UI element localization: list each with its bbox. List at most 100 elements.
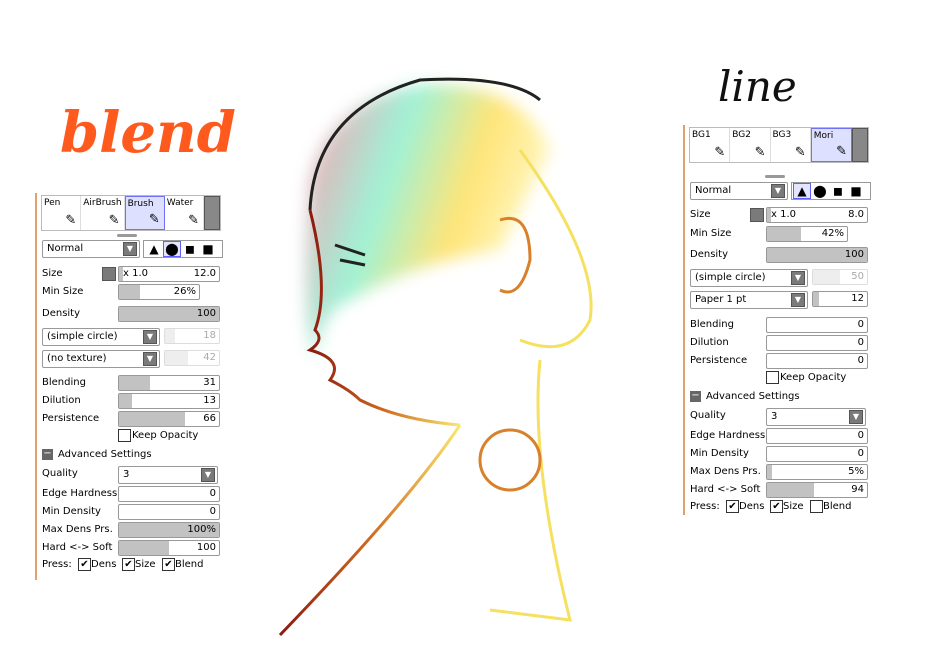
slider-value: 0 bbox=[209, 488, 216, 499]
setting-row: Hard <-> Soft 94 bbox=[688, 482, 871, 499]
min-density-label: Min Density bbox=[690, 448, 749, 459]
chevron-down-icon[interactable]: ▼ bbox=[143, 330, 157, 344]
max-dens-prs-slider[interactable]: 100% bbox=[118, 522, 220, 538]
collapse-icon[interactable]: − bbox=[690, 391, 701, 402]
chevron-down-icon[interactable]: ▼ bbox=[771, 184, 785, 198]
brush-shape-3[interactable]: ■ bbox=[200, 242, 216, 256]
tool-label: BG2 bbox=[732, 130, 751, 140]
quality-select[interactable]: 3 ▼ bbox=[118, 466, 218, 484]
tool-bg3[interactable]: BG3 ✎ bbox=[771, 128, 811, 162]
resize-handle[interactable] bbox=[117, 234, 137, 237]
keep-opacity-checkbox[interactable] bbox=[766, 371, 779, 384]
chevron-down-icon[interactable]: ▼ bbox=[849, 410, 863, 424]
min-density-slider[interactable]: 0 bbox=[766, 446, 868, 462]
texture-strength-slider[interactable]: 12 bbox=[812, 291, 868, 307]
max-dens-prs-slider[interactable]: 5% bbox=[766, 464, 868, 480]
edge-hardness-slider[interactable]: 0 bbox=[118, 486, 220, 502]
texture-strength-slider[interactable]: 42 bbox=[164, 350, 220, 366]
edge-hardness-slider[interactable]: 0 bbox=[766, 428, 868, 444]
brush-shape-0[interactable]: ▲ bbox=[146, 242, 162, 256]
water-icon: ✎ bbox=[188, 213, 199, 228]
collapse-icon[interactable]: − bbox=[42, 449, 53, 460]
slider-value: 42% bbox=[821, 228, 844, 239]
density-slider[interactable]: 100 bbox=[118, 306, 220, 322]
chevron-down-icon[interactable]: ▼ bbox=[791, 271, 805, 285]
brush-shape-0[interactable]: ▲ bbox=[793, 183, 811, 199]
brush-shape-1[interactable]: ⬤ bbox=[163, 241, 181, 257]
press-blend-label: Blend bbox=[823, 501, 852, 512]
hard-soft-slider[interactable]: 94 bbox=[766, 482, 868, 498]
tool-scroll[interactable] bbox=[852, 128, 868, 162]
quality-value: 3 bbox=[123, 469, 130, 480]
persistence-slider[interactable]: 66 bbox=[118, 411, 220, 427]
blend-mode-select[interactable]: Normal ▼ bbox=[690, 182, 788, 200]
slider-value: 12 bbox=[851, 293, 864, 304]
min-density-slider[interactable]: 0 bbox=[118, 504, 220, 520]
brush-shape-2[interactable]: ◼ bbox=[830, 184, 846, 198]
press-blend-checkbox[interactable] bbox=[810, 500, 823, 513]
chevron-down-icon[interactable]: ▼ bbox=[123, 242, 137, 256]
press-size-label: Size bbox=[135, 559, 156, 570]
setting-row: Quality 3 ▼ bbox=[688, 408, 871, 426]
slider-value: 66 bbox=[203, 413, 216, 424]
brush-settings-panel-line: BG1 ✎ BG2 ✎ BG3 ✎ Mori ✎ Normal ▼ ▲ ⬤ ◼ ■ Size 8.0 x 1.0… bbox=[683, 125, 871, 515]
size-slider[interactable]: 12.0 x 1.0 bbox=[118, 266, 220, 282]
tool-pen[interactable]: Pen ✎ bbox=[42, 196, 82, 230]
setting-row: Quality 3 ▼ bbox=[40, 466, 223, 484]
blending-slider[interactable]: 31 bbox=[118, 375, 220, 391]
brush-shape-select[interactable]: (simple circle) ▼ bbox=[42, 328, 160, 346]
density-slider[interactable]: 100 bbox=[766, 247, 868, 263]
blend-mode-select[interactable]: Normal ▼ bbox=[42, 240, 140, 258]
pen-icon: ✎ bbox=[836, 144, 847, 159]
press-size-checkbox[interactable]: ✔ bbox=[122, 558, 135, 571]
chevron-down-icon[interactable]: ▼ bbox=[143, 352, 157, 366]
advanced-settings-label: Advanced Settings bbox=[58, 449, 152, 460]
brush-shape-2[interactable]: ◼ bbox=[182, 242, 198, 256]
quality-select[interactable]: 3 ▼ bbox=[766, 408, 866, 426]
size-dropdown-icon[interactable] bbox=[750, 208, 764, 222]
texture-select[interactable]: Paper 1 pt ▼ bbox=[690, 291, 808, 309]
chevron-down-icon[interactable]: ▼ bbox=[791, 293, 805, 307]
size-dropdown-icon[interactable] bbox=[102, 267, 116, 281]
dilution-slider[interactable]: 13 bbox=[118, 393, 220, 409]
tool-bg1[interactable]: BG1 ✎ bbox=[690, 128, 731, 162]
setting-row: − Advanced Settings bbox=[40, 447, 223, 464]
quality-value: 3 bbox=[771, 411, 778, 422]
press-blend-checkbox[interactable]: ✔ bbox=[162, 558, 175, 571]
slider-fill bbox=[119, 394, 132, 408]
setting-row: Normal ▼ ▲ ⬤ ◼ ■ bbox=[40, 240, 223, 258]
tool-scroll[interactable] bbox=[204, 196, 220, 230]
tool-water[interactable]: Water ✎ bbox=[165, 196, 204, 230]
size-slider[interactable]: 8.0 x 1.0 bbox=[766, 207, 868, 223]
setting-row: Normal ▼ ▲ ⬤ ◼ ■ bbox=[688, 182, 871, 200]
slider-value: 12.0 bbox=[193, 268, 216, 279]
press-dens-checkbox[interactable]: ✔ bbox=[726, 500, 739, 513]
keep-opacity-checkbox[interactable] bbox=[118, 429, 131, 442]
hard-soft-slider[interactable]: 100 bbox=[118, 540, 220, 556]
persistence-slider[interactable]: 0 bbox=[766, 353, 868, 369]
brush-shape-select[interactable]: (simple circle) ▼ bbox=[690, 269, 808, 287]
tool-airbrush[interactable]: AirBrush ✎ bbox=[81, 196, 125, 230]
min-size-label: Min Size bbox=[42, 286, 84, 297]
slider-fill bbox=[813, 270, 840, 284]
chevron-down-icon[interactable]: ▼ bbox=[201, 468, 215, 482]
shape-strength-slider[interactable]: 50 bbox=[812, 269, 868, 285]
min-size-slider[interactable]: 26% bbox=[118, 284, 200, 300]
dilution-slider[interactable]: 0 bbox=[766, 335, 868, 351]
tool-mori[interactable]: Mori ✎ bbox=[810, 128, 852, 162]
setting-row: Density 100 bbox=[688, 247, 871, 264]
setting-row: Paper 1 pt ▼ 12 bbox=[688, 291, 871, 309]
press-size-checkbox[interactable]: ✔ bbox=[770, 500, 783, 513]
slider-fill bbox=[813, 292, 820, 306]
shape-strength-slider[interactable]: 18 bbox=[164, 328, 220, 344]
resize-handle[interactable] bbox=[765, 175, 785, 178]
min-size-slider[interactable]: 42% bbox=[766, 226, 848, 242]
tool-brush[interactable]: Brush ✎ bbox=[124, 196, 165, 230]
tool-bg2[interactable]: BG2 ✎ bbox=[730, 128, 771, 162]
texture-select[interactable]: (no texture) ▼ bbox=[42, 350, 160, 368]
press-dens-checkbox[interactable]: ✔ bbox=[78, 558, 91, 571]
brush-shape-3[interactable]: ■ bbox=[848, 184, 864, 198]
brush-shape-1[interactable]: ⬤ bbox=[812, 184, 828, 198]
size-label: Size bbox=[42, 268, 63, 279]
blending-slider[interactable]: 0 bbox=[766, 317, 868, 333]
